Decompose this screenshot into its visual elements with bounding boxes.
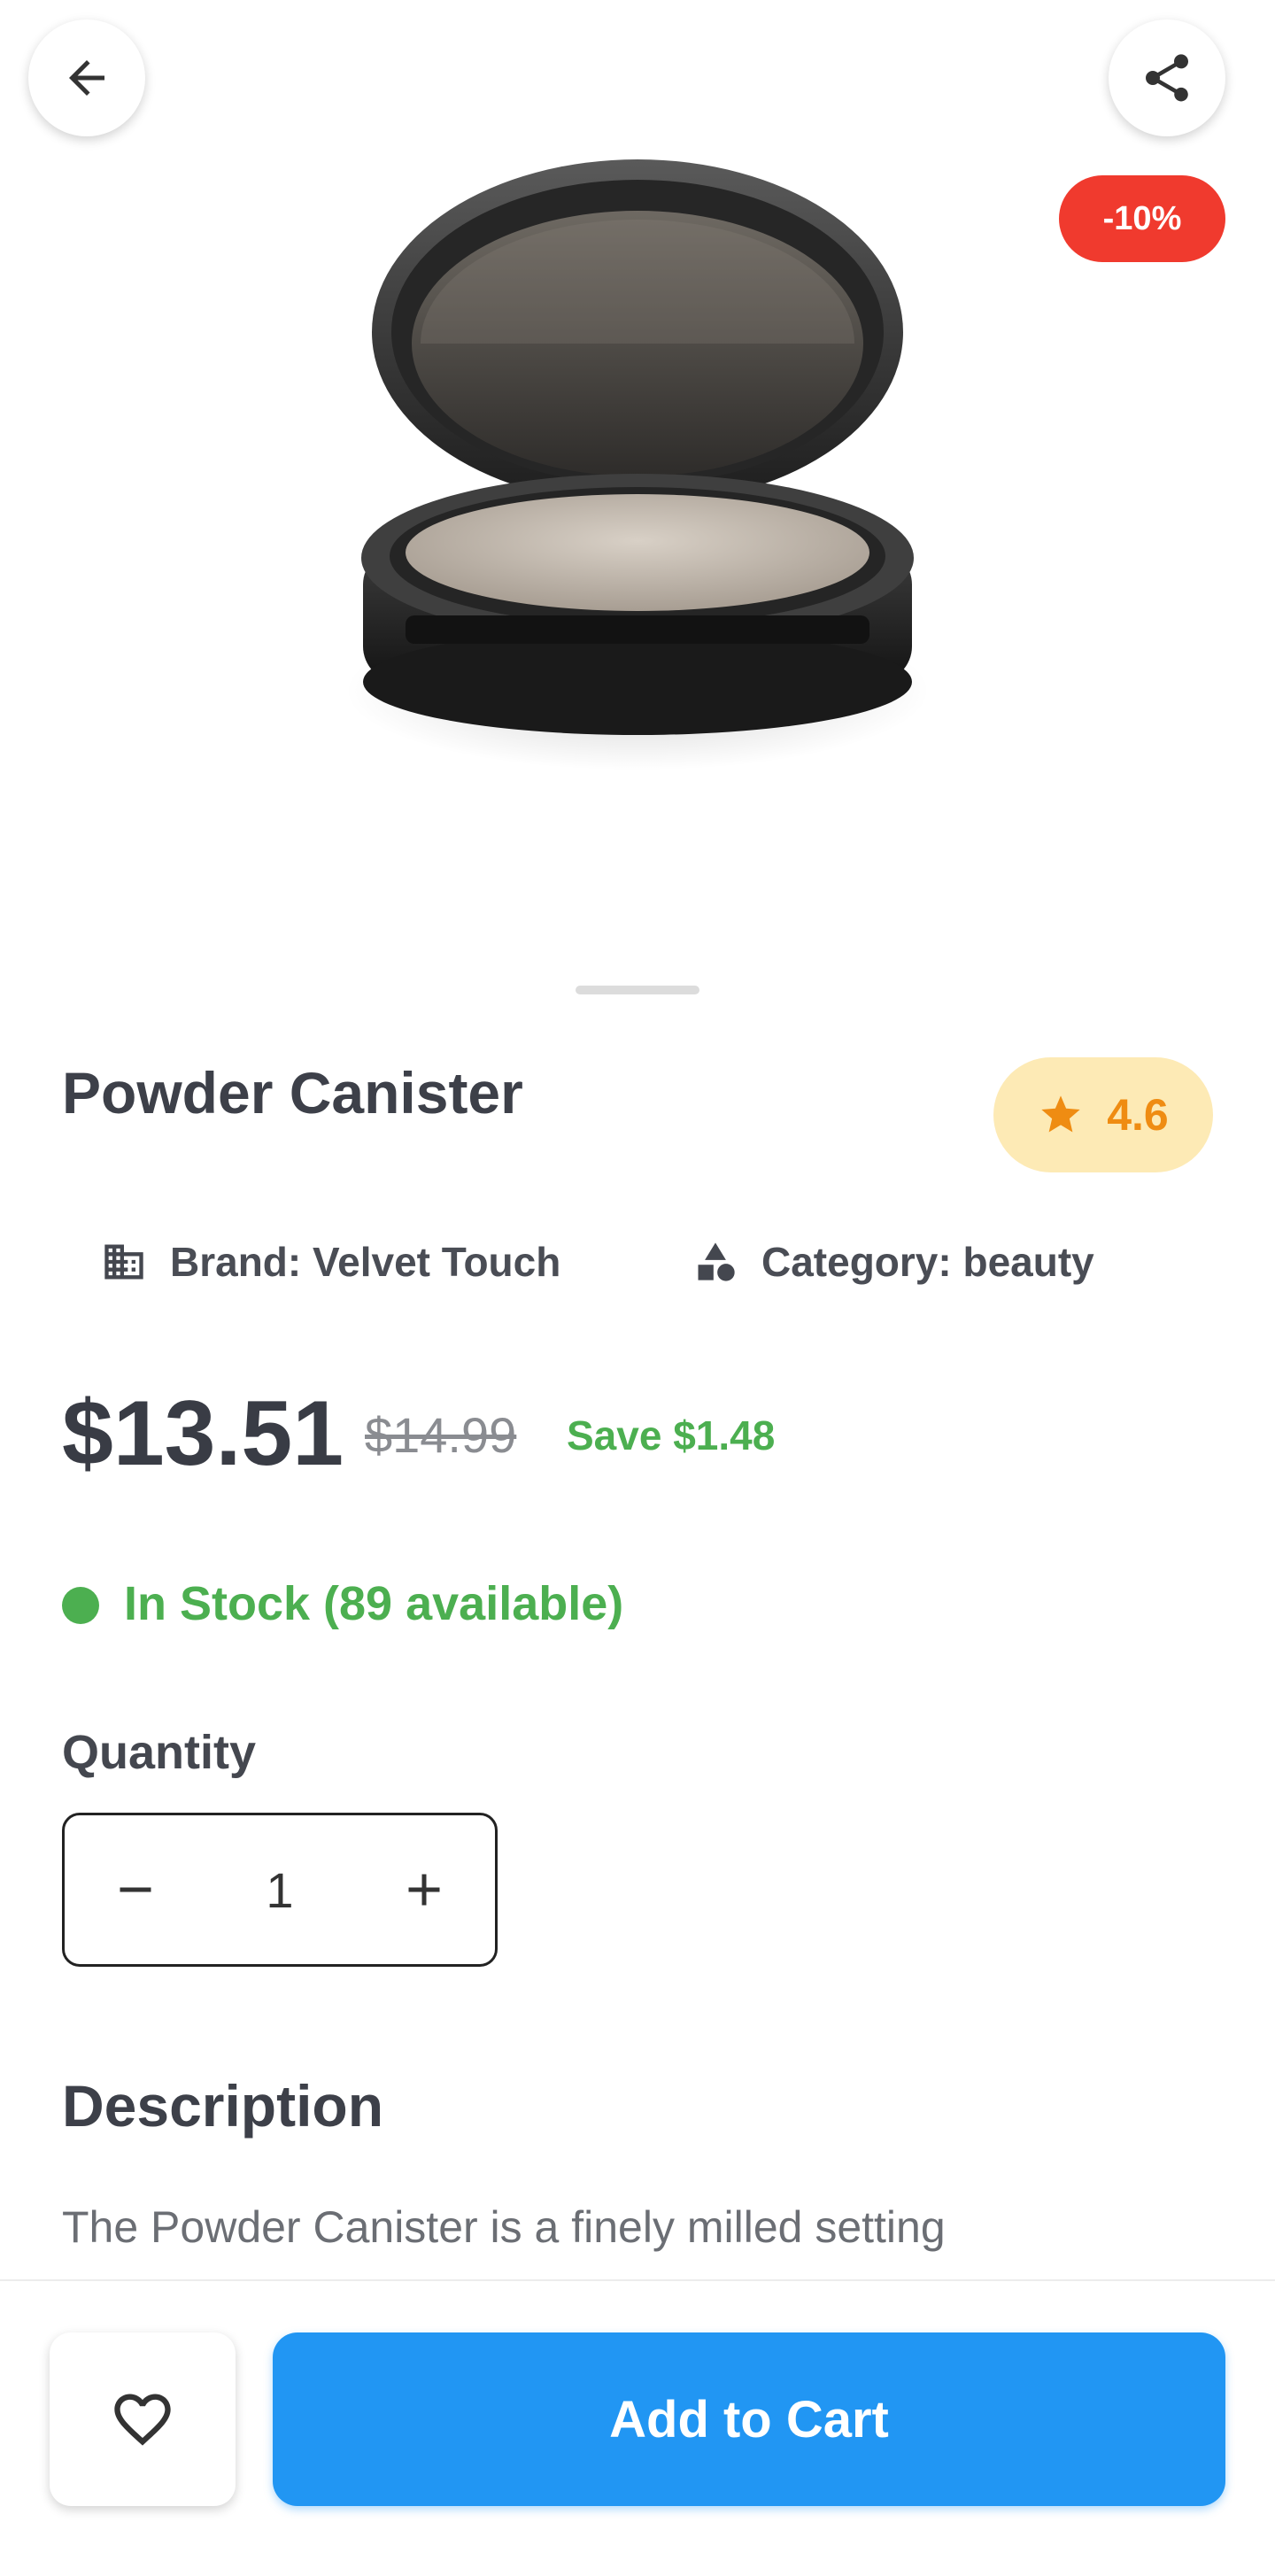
description-title: Description — [62, 2073, 384, 2139]
category-info: Category: beauty — [692, 1235, 1094, 1288]
stock-status-dot — [62, 1587, 99, 1624]
share-icon — [1146, 54, 1188, 102]
heart-outline-icon — [114, 2394, 171, 2446]
add-to-cart-button[interactable]: Add to Cart — [273, 2332, 1225, 2506]
stock-status-text: In Stock (89 available) — [124, 1577, 624, 1630]
increase-quantity-button[interactable] — [389, 1854, 460, 1925]
product-hero: -10% — [0, 0, 1275, 1001]
brand-info: Brand: Velvet Touch — [101, 1235, 560, 1288]
bottom-action-bar: Add to Cart — [0, 2279, 1275, 2576]
minus-icon — [120, 1887, 151, 1892]
current-price: $13.51 — [62, 1382, 344, 1485]
favorite-button[interactable] — [50, 2332, 236, 2506]
quantity-value: 1 — [266, 1861, 294, 1918]
star-icon — [1041, 1095, 1080, 1133]
building-icon — [104, 1244, 143, 1280]
product-image — [345, 159, 930, 770]
original-price: $14.99 — [365, 1407, 517, 1463]
quantity-stepper: 1 — [62, 1813, 498, 1967]
category-shapes-icon — [698, 1242, 735, 1281]
rating-value: 4.6 — [1107, 1090, 1169, 1140]
quantity-label: Quantity — [62, 1726, 257, 1779]
decrease-quantity-button[interactable] — [100, 1854, 171, 1925]
savings-text: Save $1.48 — [567, 1412, 776, 1458]
sheet-drag-handle[interactable] — [576, 986, 699, 994]
product-title: Powder Canister — [62, 1060, 523, 1126]
brand-text: Brand: Velvet Touch — [170, 1239, 561, 1285]
arrow-back-icon — [69, 60, 104, 96]
category-text: Category: beauty — [761, 1239, 1094, 1285]
plus-icon — [408, 1874, 440, 1906]
discount-badge: -10% — [1059, 175, 1225, 262]
back-button[interactable] — [28, 19, 145, 136]
share-button[interactable] — [1109, 19, 1225, 136]
description-text: The Powder Canister is a finely milled s… — [62, 2202, 946, 2252]
rating-badge: 4.6 — [993, 1057, 1213, 1172]
